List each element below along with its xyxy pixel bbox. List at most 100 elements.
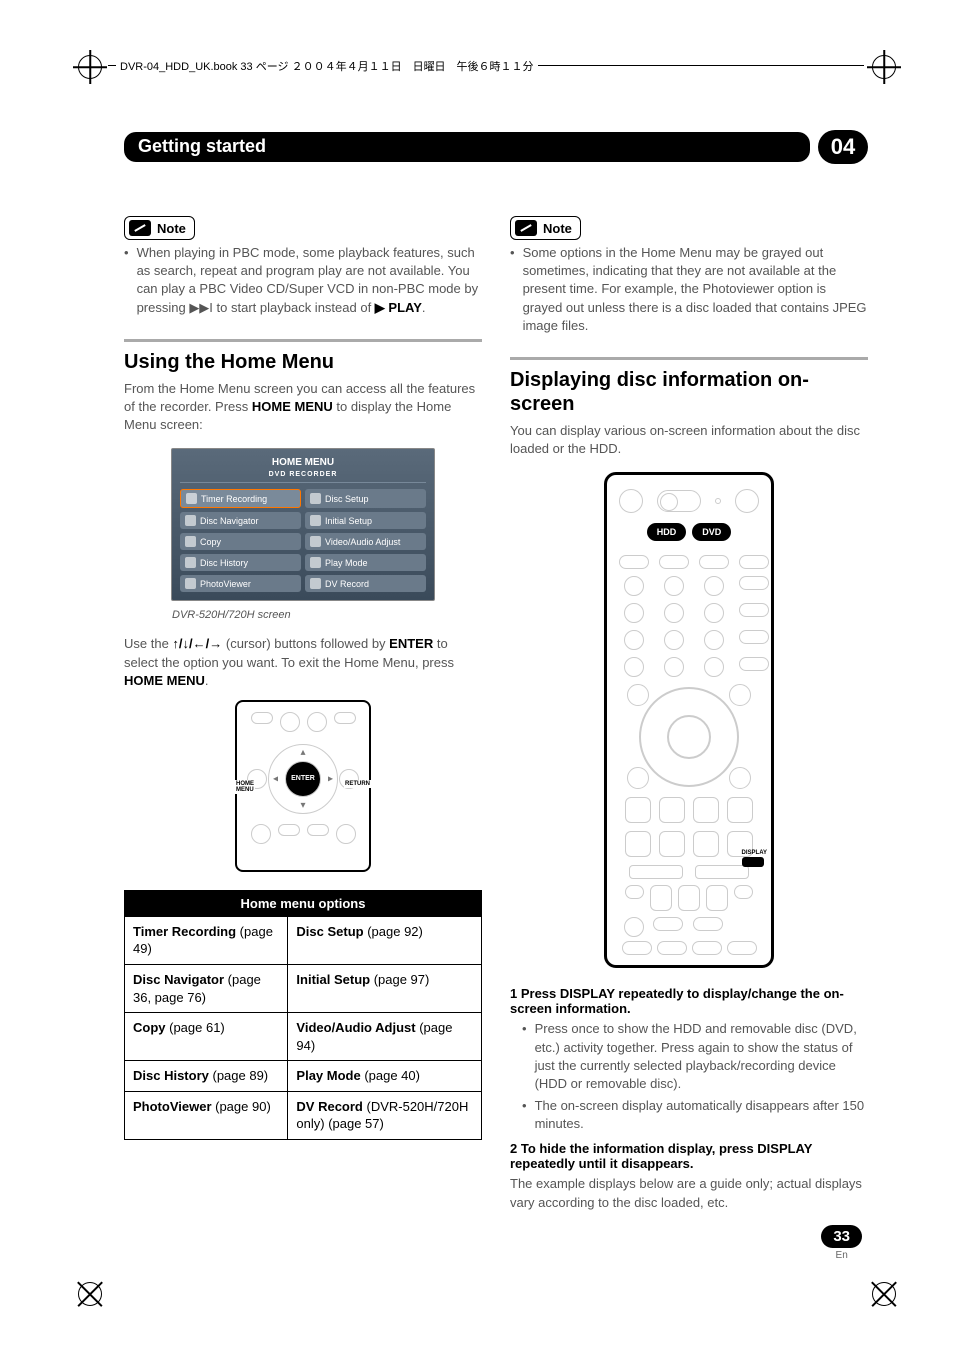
- av-icon: [310, 536, 321, 547]
- arrow-left-icon: ◂: [273, 773, 278, 784]
- remote-button-icon: [739, 657, 769, 671]
- remote-button-icon: [659, 555, 689, 569]
- remote-button-icon: [624, 630, 644, 650]
- remote-button-icon: [693, 831, 719, 857]
- left-column: Note • When playing in PBC mode, some pl…: [124, 216, 482, 1212]
- history-icon: [185, 557, 196, 568]
- bullet-dot: •: [522, 1097, 527, 1133]
- arrow-up-icon: ▴: [300, 747, 305, 758]
- remote-button-icon: [739, 576, 769, 590]
- note-text: Some options in the Home Menu may be gra…: [523, 244, 868, 335]
- remote-button-icon: [678, 885, 700, 911]
- hm-disc-navigator: Disc Navigator: [180, 512, 301, 529]
- step-1-bullet-1: • Press once to show the HDD and removab…: [510, 1020, 868, 1093]
- table-cell: Initial Setup (page 97): [288, 964, 482, 1012]
- bottom-row3: [619, 941, 759, 955]
- remote-button-icon: [692, 941, 722, 955]
- table-cell: Disc Setup (page 92): [288, 916, 482, 964]
- remote-button-icon: [739, 555, 769, 569]
- bullet-dot: •: [510, 244, 515, 335]
- page-number-badge: 33 En: [821, 1225, 862, 1261]
- step-2-heading: 2 To hide the information display, press…: [510, 1141, 868, 1171]
- remote-button-icon: [278, 824, 300, 836]
- enter-button: ENTER: [285, 761, 321, 797]
- arrow-down-icon: ▾: [300, 800, 305, 811]
- hm-play-mode: Play Mode: [305, 554, 426, 571]
- hdd-dvd-row: HDD DVD: [619, 523, 759, 541]
- registration-mark-icon: [73, 1277, 107, 1311]
- remote-button-icon: [624, 657, 644, 677]
- print-header-text: DVR-04_HDD_UK.book 33 ページ ２００４年４月１１日 日曜日…: [116, 58, 538, 74]
- remote-button-icon: [695, 865, 749, 879]
- remote-button-icon: [625, 831, 651, 857]
- table-cell: PhotoViewer (page 90): [125, 1091, 288, 1139]
- table-cell: Play Mode (page 40): [288, 1061, 482, 1092]
- chapter-title: Getting started: [124, 132, 810, 162]
- dvd-pill: DVD: [692, 523, 731, 541]
- remote-button-icon: [664, 603, 684, 623]
- home-menu-grid: Timer Recording Disc Setup Disc Navigato…: [180, 489, 426, 592]
- remote-button-icon: [334, 712, 356, 724]
- remote-button-icon: [739, 630, 769, 644]
- remote-button-icon: [251, 712, 273, 724]
- remote-button-icon: [622, 941, 652, 955]
- home-menu-title: HOME MENU DVD RECORDER: [180, 457, 426, 483]
- bottom-row1: [625, 885, 753, 911]
- remote-button-icon: [693, 797, 719, 823]
- note-label: Note: [543, 221, 572, 236]
- remote-button-icon: [664, 657, 684, 677]
- playback-row: [625, 797, 753, 823]
- remote-button-icon: [693, 917, 723, 931]
- remote-button-icon: [664, 630, 684, 650]
- table-cell: Video/Audio Adjust (page 94): [288, 1013, 482, 1061]
- remote-button-icon: [664, 576, 684, 596]
- step-2-paragraph: The example displays below are a guide o…: [510, 1175, 868, 1211]
- remote-button-icon: [650, 885, 672, 911]
- playback-row: [625, 831, 753, 857]
- remote-button-icon: [653, 917, 683, 931]
- remote-button-icon: [657, 941, 687, 955]
- dpad-big-icon: [639, 687, 739, 787]
- photo-icon: [185, 578, 196, 589]
- remote-button-icon: [739, 603, 769, 617]
- remote-button-icon: [625, 797, 651, 823]
- remote-button-icon: [629, 865, 683, 879]
- remote-button-icon: [704, 630, 724, 650]
- remote-button-icon: [627, 767, 649, 789]
- home-menu-options-table: Home menu options Timer Recording (page …: [124, 890, 482, 1140]
- hm-video-audio: Video/Audio Adjust: [305, 533, 426, 550]
- display-button-icon: [742, 857, 764, 867]
- navigator-icon: [185, 515, 196, 526]
- playmode-icon: [310, 557, 321, 568]
- section-heading-home-menu: Using the Home Menu: [124, 350, 482, 374]
- registration-mark-icon: [872, 55, 896, 79]
- bullet-dot: •: [124, 244, 129, 317]
- setup-icon: [310, 515, 321, 526]
- remote-button-icon: [706, 885, 728, 911]
- hdd-pill: HDD: [647, 523, 687, 541]
- remote-button-icon: [659, 797, 685, 823]
- remote-button-icon: [336, 824, 356, 844]
- hm-initial-setup: Initial Setup: [305, 512, 426, 529]
- remote-button-icon: [307, 824, 329, 836]
- led-icon: [715, 498, 721, 504]
- remote-button-icon: [734, 885, 753, 899]
- hm-copy: Copy: [180, 533, 301, 550]
- table-cell: Disc Navigator (page 36, page 76): [125, 964, 288, 1012]
- pencil-icon: [129, 220, 151, 236]
- remote-button-icon: [624, 576, 644, 596]
- table-cell: Disc History (page 89): [125, 1061, 288, 1092]
- dv-icon: [310, 578, 321, 589]
- remote-full-diagram: HDD DVD: [604, 472, 774, 968]
- remote-button-icon: [659, 831, 685, 857]
- section-rule: [510, 357, 868, 360]
- two-columns: Note • When playing in PBC mode, some pl…: [124, 216, 868, 1212]
- home-menu-label: HOMEMENU: [235, 780, 255, 794]
- remote-button-icon: [625, 885, 644, 899]
- table-header: Home menu options: [125, 890, 482, 916]
- display-info-intro: You can display various on-screen inform…: [510, 422, 868, 458]
- remote-button-icon: [727, 797, 753, 823]
- dpad-icon: ▴ ▾ ◂ ▸ ENTER: [268, 744, 338, 814]
- remote-keypad: [619, 555, 759, 677]
- remote-button-icon: [729, 767, 751, 789]
